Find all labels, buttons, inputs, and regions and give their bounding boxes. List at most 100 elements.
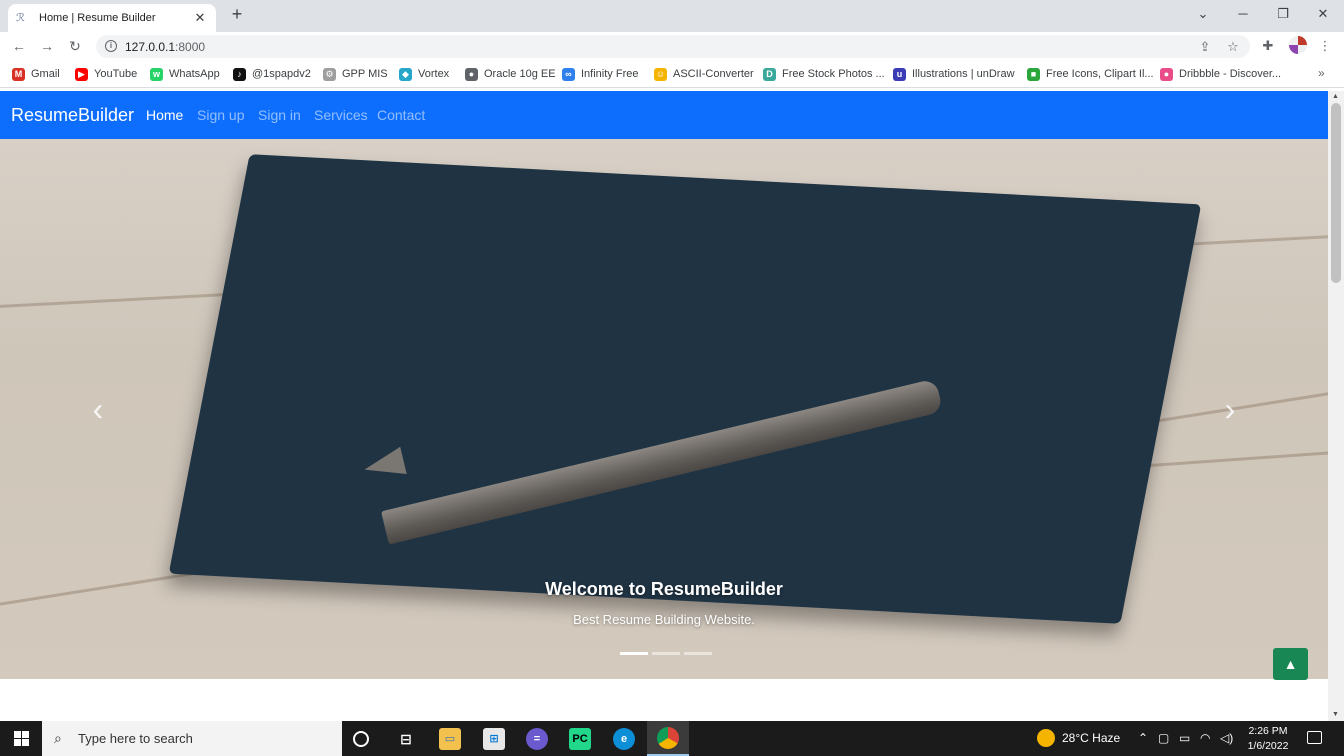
- bookmark-item[interactable]: ☺ ASCII-Converter: [654, 67, 754, 81]
- bookmarks-overflow-icon[interactable]: »: [1318, 66, 1325, 80]
- windows-taskbar: ⌕ Type here to search ⊟ ▭ ⊞ = PC e 28°C …: [0, 721, 1344, 756]
- back-to-top-button[interactable]: ▲: [1273, 648, 1308, 680]
- extensions-puzzle-icon[interactable]: ✚: [1259, 37, 1277, 55]
- minimize-button[interactable]: ─: [1223, 0, 1263, 28]
- bookmark-label: WhatsApp: [169, 68, 220, 80]
- site-info-icon[interactable]: i: [105, 40, 117, 52]
- page-viewport: ResumeBuilder Home Sign up Sign in Servi…: [0, 91, 1328, 721]
- weather-sun-icon[interactable]: [1037, 729, 1055, 747]
- microsoft-store-icon[interactable]: ⊞: [483, 728, 505, 750]
- tab-strip: ℛ Home | Resume Builder ✕ + ⌄ ─ ❐ ✕: [0, 0, 1344, 32]
- nav-link-home[interactable]: Home: [146, 107, 183, 123]
- eclipse-icon[interactable]: =: [526, 728, 548, 750]
- windows-start-icon[interactable]: [0, 721, 42, 756]
- chrome-icon: [657, 727, 679, 749]
- new-tab-button[interactable]: +: [228, 5, 246, 24]
- bookmarks-bar: M Gmail ▶ YouTube w WhatsApp ♪ @1spapdv2 ⚙ GPP MI…: [0, 60, 1344, 88]
- bookmark-label: ASCII-Converter: [673, 68, 754, 80]
- back-arrow-icon[interactable]: ←: [10, 37, 28, 55]
- taskbar-search-placeholder: Type here to search: [78, 731, 193, 746]
- bookmark-item[interactable]: D Free Stock Photos ...: [763, 67, 885, 81]
- gmail-icon: M: [12, 67, 25, 81]
- bookmark-item[interactable]: ⚙ GPP MIS: [323, 67, 388, 81]
- carousel-indicator-1[interactable]: [620, 652, 648, 655]
- bookmark-item[interactable]: ∞ Infinity Free: [562, 67, 638, 81]
- carousel-indicator-3[interactable]: [684, 652, 712, 655]
- profile-avatar[interactable]: [1289, 36, 1307, 54]
- file-explorer-icon[interactable]: ▭: [439, 728, 461, 750]
- volume-icon[interactable]: ◁): [1220, 731, 1233, 745]
- window-close-button[interactable]: ✕: [1303, 0, 1343, 28]
- bookmark-item[interactable]: ● Dribbble - Discover...: [1160, 67, 1281, 81]
- nav-link-contact[interactable]: Contact: [377, 107, 425, 123]
- carousel-prev-icon[interactable]: ‹: [78, 389, 118, 429]
- pycharm-icon[interactable]: PC: [569, 728, 591, 750]
- vortex-icon: ◆: [399, 67, 412, 81]
- bookmark-item[interactable]: M Gmail: [12, 67, 60, 81]
- tab-search-icon[interactable]: ⌄: [1183, 0, 1223, 28]
- forward-arrow-icon[interactable]: →: [38, 37, 56, 55]
- carousel-indicator-2[interactable]: [652, 652, 680, 655]
- page-scrollbar[interactable]: ▲ ▼: [1328, 91, 1344, 721]
- reload-icon[interactable]: ↻: [66, 37, 84, 55]
- battery-icon[interactable]: ▭: [1179, 731, 1190, 745]
- bookmark-label: Dribbble - Discover...: [1179, 68, 1282, 80]
- scroll-down-arrow-icon[interactable]: ▼: [1332, 711, 1339, 718]
- bookmark-item[interactable]: u Illustrations | unDraw: [893, 67, 1015, 81]
- wifi-icon[interactable]: ◠: [1200, 731, 1210, 745]
- nav-link-signin[interactable]: Sign in: [258, 107, 301, 123]
- bookmark-label: Vortex: [418, 68, 450, 80]
- carousel-next-icon[interactable]: ›: [1210, 389, 1250, 429]
- search-icon: ⌕: [54, 730, 62, 746]
- browser-tab-active[interactable]: ℛ Home | Resume Builder ✕: [8, 4, 216, 32]
- globe-icon: ●: [465, 67, 478, 81]
- bookmark-label: Illustrations | unDraw: [912, 68, 1015, 80]
- bookmark-item[interactable]: ♪ @1spapdv2: [233, 67, 311, 81]
- url-text[interactable]: 127.0.0.1:8000: [125, 40, 205, 54]
- youtube-icon: ▶: [75, 67, 88, 81]
- undraw-icon: u: [893, 67, 906, 81]
- edge-icon[interactable]: e: [613, 728, 635, 750]
- nav-link-services[interactable]: Services: [314, 107, 368, 123]
- carousel-caption: Welcome to ResumeBuilder Best Resume Bui…: [0, 579, 1328, 627]
- bookmark-item[interactable]: ◆ Vortex: [399, 67, 449, 81]
- bookmark-label: Free Icons, Clipart Il...: [1046, 68, 1154, 80]
- meet-now-icon[interactable]: ▢: [1158, 731, 1169, 745]
- tab-close-icon[interactable]: ✕: [192, 10, 208, 26]
- bookmark-label: @1spapdv2: [252, 68, 311, 80]
- task-view-icon[interactable]: ⊟: [395, 728, 417, 750]
- site-navbar: ResumeBuilder Home Sign up Sign in Servi…: [0, 91, 1328, 139]
- scroll-up-arrow-icon[interactable]: ▲: [1332, 93, 1339, 100]
- weather-text[interactable]: 28°C Haze: [1062, 731, 1120, 745]
- stock-photos-icon: D: [763, 67, 776, 81]
- taskbar-chrome-active[interactable]: [647, 721, 689, 756]
- bookmark-star-icon[interactable]: ☆: [1225, 39, 1241, 55]
- free-icons-icon: ■: [1027, 67, 1040, 81]
- bookmark-item[interactable]: w WhatsApp: [150, 67, 220, 81]
- bookmark-item[interactable]: ● Oracle 10g EE: [465, 67, 556, 81]
- scrollbar-thumb[interactable]: [1331, 103, 1341, 283]
- nav-link-signup[interactable]: Sign up: [197, 107, 244, 123]
- taskbar-clock[interactable]: 2:26 PM 1/6/2022: [1242, 724, 1294, 754]
- navbar-brand[interactable]: ResumeBuilder: [11, 105, 134, 126]
- tray-chevron-up-icon[interactable]: ⌃: [1138, 731, 1148, 745]
- taskbar-search-box[interactable]: ⌕ Type here to search: [42, 721, 342, 756]
- notification-center-icon[interactable]: [1307, 731, 1322, 744]
- restore-button[interactable]: ❐: [1263, 0, 1303, 28]
- share-icon[interactable]: ⇪: [1197, 39, 1213, 55]
- whatsapp-icon: w: [150, 67, 163, 81]
- clock-time: 2:26 PM: [1248, 725, 1288, 737]
- carousel-indicators: [620, 652, 712, 655]
- url-port: :8000: [175, 40, 206, 54]
- cortana-icon[interactable]: [353, 731, 369, 747]
- address-bar[interactable]: i 127.0.0.1:8000 ⇪ ☆: [96, 35, 1250, 58]
- bookmark-item[interactable]: ▶ YouTube: [75, 67, 137, 81]
- bookmark-item[interactable]: ■ Free Icons, Clipart Il...: [1027, 67, 1154, 81]
- chrome-menu-icon[interactable]: ⋮: [1316, 37, 1334, 55]
- gpp-icon: ⚙: [323, 67, 336, 81]
- carousel-subtitle: Best Resume Building Website.: [573, 612, 755, 627]
- tiktok-icon: ♪: [233, 67, 246, 81]
- hero-carousel: ‹ › Welcome to ResumeBuilder Best Resume…: [0, 139, 1328, 679]
- bookmark-label: GPP MIS: [342, 68, 388, 80]
- carousel-title: Welcome to ResumeBuilder: [545, 579, 783, 599]
